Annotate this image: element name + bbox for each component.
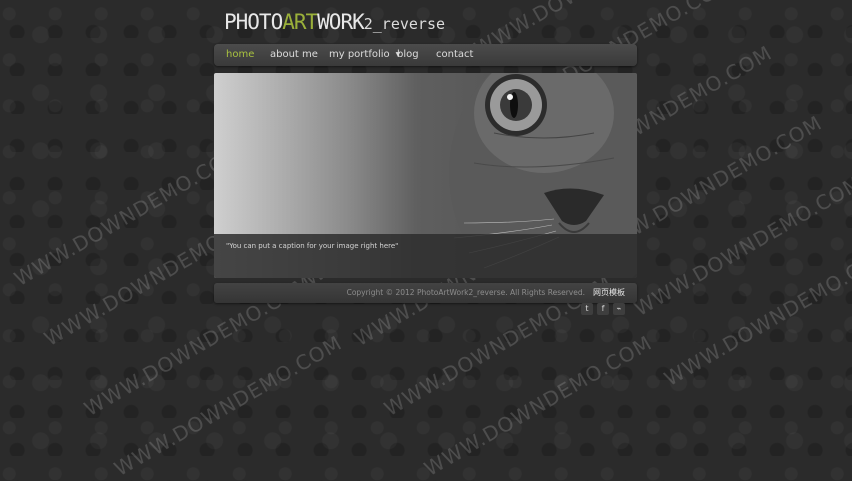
- watermark: WWW.DOWNDEMO.COM: [420, 330, 657, 481]
- footer-link[interactable]: 网页模板: [593, 283, 625, 303]
- slider-caption: "You can put a caption for your image ri…: [226, 242, 399, 250]
- logo-text-suffix: 2_reverse: [363, 15, 446, 33]
- logo-text-photo: PHOTO: [224, 10, 283, 34]
- nav-home[interactable]: home: [226, 44, 254, 66]
- rss-icon[interactable]: ⌁: [613, 303, 625, 315]
- image-slider[interactable]: "You can put a caption for your image ri…: [214, 73, 637, 278]
- nav-contact[interactable]: contact: [436, 44, 473, 66]
- watermark: WWW.DOWNDEMO.COM: [110, 330, 347, 481]
- watermark: WWW.DOWNDEMO.COM: [10, 140, 247, 291]
- slider-caption-bar: "You can put a caption for your image ri…: [214, 234, 637, 278]
- footer-bar: Copyright © 2012 PhotoArtWork2_reverse. …: [214, 283, 637, 303]
- facebook-icon[interactable]: f: [597, 303, 609, 315]
- watermark: WWW.DOWNDEMO.COM: [630, 170, 852, 321]
- site-logo[interactable]: PHOTOARTWORK2_reverse: [224, 10, 445, 34]
- copyright-text: Copyright © 2012 PhotoArtWork2_reverse. …: [346, 288, 585, 297]
- nav-blog[interactable]: blog: [397, 44, 419, 66]
- nav-my-portfolio-label: my portfolio: [329, 49, 390, 60]
- main-navigation: home about me my portfolio ▼ blog contact: [214, 44, 637, 66]
- nav-about-me[interactable]: about me: [270, 44, 318, 66]
- twitter-icon[interactable]: t: [581, 303, 593, 315]
- logo-text-work: WORK: [317, 10, 365, 34]
- logo-text-art: ART: [282, 10, 318, 34]
- watermark: WWW.DOWNDEMO.COM: [660, 240, 852, 391]
- nav-my-portfolio[interactable]: my portfolio ▼: [329, 44, 400, 66]
